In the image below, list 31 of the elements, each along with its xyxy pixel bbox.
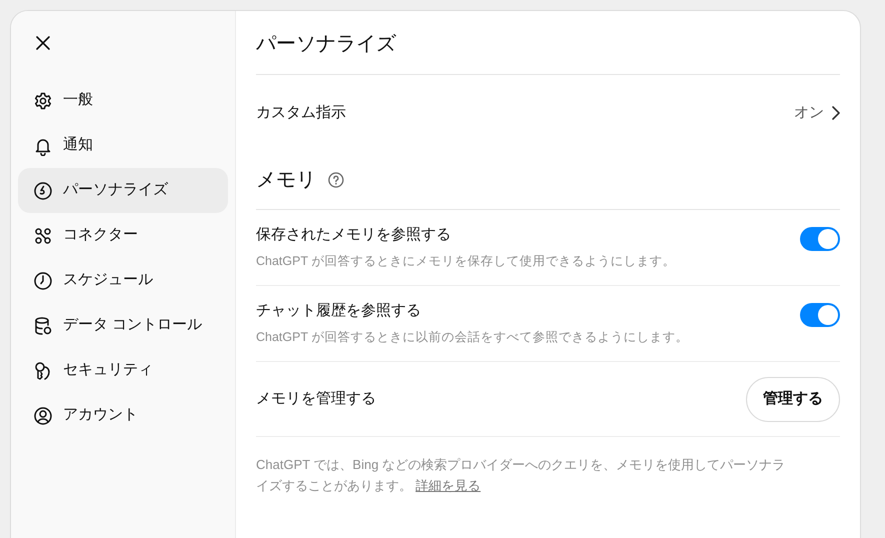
sidebar-item[interactable]: スケジュール (18, 258, 228, 303)
setting-label: 保存されたメモリを参照する (256, 224, 452, 245)
sidebar-item[interactable]: 通知 (18, 123, 228, 168)
custom-instructions-row[interactable]: カスタム指示 オン (256, 75, 840, 151)
database-gear-icon (33, 316, 53, 336)
sidebar-item[interactable]: データ コントロール (18, 303, 228, 348)
sidebar-item[interactable]: パーソナライズ (18, 168, 228, 213)
setting-value: オン (794, 102, 824, 123)
chevron-right-icon (832, 106, 840, 120)
section-title: メモリ (256, 168, 316, 193)
setting-label: カスタム指示 (256, 102, 346, 123)
setting-description: ChatGPT が回答するときにメモリを保存して使用できるようにします。 (256, 253, 676, 270)
setting-description: ChatGPT が回答するときに以前の会話をすべて参照できるようにします。 (256, 329, 688, 346)
setting-label: チャット履歴を参照する (256, 300, 422, 321)
gear-icon (33, 90, 53, 110)
sidebar-item[interactable]: セキュリティ (18, 348, 228, 393)
user-circle-icon (33, 406, 53, 426)
toggle-switch[interactable] (800, 302, 840, 326)
smile-circle-icon (33, 180, 53, 200)
setting-label: メモリを管理する (256, 388, 376, 409)
sidebar-item[interactable]: 一般 (18, 78, 228, 123)
help-icon[interactable] (328, 172, 344, 188)
manage-button[interactable]: 管理する (746, 376, 840, 422)
learn-more-link[interactable]: 詳細を見る (416, 478, 481, 493)
footnote-text: ChatGPT では、Bing などの検索プロバイダーへのクエリを、メモリを使用してパーソナライズすることがあります。 詳細を見る (256, 456, 786, 495)
page-title: パーソナライズ (256, 11, 840, 75)
sidebar-item[interactable]: コネクター (18, 213, 228, 258)
connector-icon (33, 226, 53, 246)
sidebar-item[interactable]: アカウント (18, 393, 228, 438)
toggle-switch[interactable] (800, 226, 840, 250)
clock-icon (33, 270, 53, 290)
